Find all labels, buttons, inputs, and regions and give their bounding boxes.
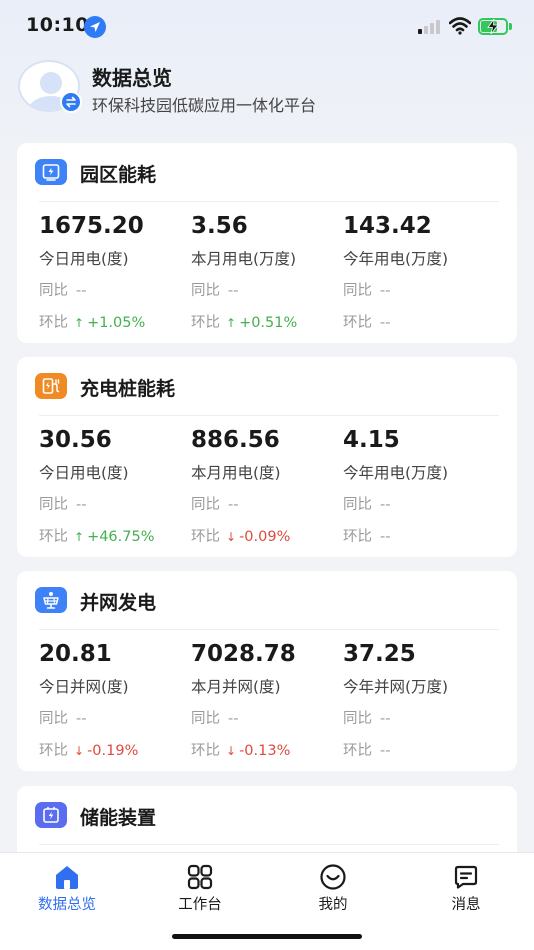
tab-label: 工作台	[178, 897, 222, 913]
screen: 10:10 数据总览 环保科技园低碳应用一体化平台 园区能耗 1675.20 今…	[0, 0, 534, 950]
metric-value: 886.56	[191, 427, 280, 453]
location-arrow-icon	[84, 16, 106, 38]
building-power-icon	[35, 159, 67, 185]
metric-label: 本月并网(度)	[191, 678, 281, 696]
metric-yoy: 同比 --	[343, 711, 391, 727]
card-title: 并网发电	[80, 592, 157, 614]
tab-messages[interactable]: 消息	[416, 859, 516, 915]
metric-yoy: 同比 --	[343, 283, 391, 299]
arrow-up-icon: ↑	[74, 530, 85, 544]
charging-pile-icon	[35, 373, 67, 399]
card-header: 园区能耗	[17, 143, 517, 201]
metric-mom: 环比 ↓ -0.09%	[191, 529, 291, 545]
arrow-down-icon: ↓	[226, 744, 237, 758]
home-icon	[53, 863, 81, 891]
message-icon	[452, 863, 480, 891]
metric-yoy: 同比 --	[191, 711, 239, 727]
battery-charging-icon	[478, 18, 512, 35]
tab-label: 我的	[318, 897, 348, 913]
card-title: 储能装置	[80, 807, 157, 829]
tab-overview[interactable]: 数据总览	[17, 859, 117, 915]
metric-mom: 环比 ↑ +46.75%	[39, 529, 155, 545]
divider	[39, 201, 499, 202]
profile-header[interactable]: 数据总览 环保科技园低碳应用一体化平台	[18, 60, 518, 115]
metric-value: 7028.78	[191, 641, 296, 667]
grid-icon	[186, 863, 214, 891]
card-title: 园区能耗	[80, 164, 157, 186]
metric-value: 4.15	[343, 427, 400, 453]
home-indicator[interactable]	[172, 934, 362, 939]
metric-value: 20.81	[39, 641, 112, 667]
page-title: 数据总览	[92, 66, 172, 90]
cellular-signal-icon	[418, 20, 444, 34]
divider	[39, 844, 499, 845]
card-header: 充电桩能耗	[17, 357, 517, 415]
swap-icon[interactable]	[60, 91, 82, 113]
metric-label: 今年用电(万度)	[343, 250, 449, 268]
metric-mom: 环比 --	[343, 743, 391, 759]
wifi-icon	[448, 17, 472, 39]
metric-label: 今年并网(万度)	[343, 678, 449, 696]
status-time: 10:10	[26, 14, 89, 36]
tab-label: 数据总览	[38, 897, 96, 913]
metric-value: 37.25	[343, 641, 416, 667]
metric-value: 3.56	[191, 213, 248, 239]
metric-value: 1675.20	[39, 213, 144, 239]
tab-mine[interactable]: 我的	[283, 859, 383, 915]
metric-label: 今年用电(万度)	[343, 464, 449, 482]
arrow-up-icon: ↑	[226, 316, 237, 330]
metric-mom: 环比 ↑ +0.51%	[191, 315, 298, 331]
card-title: 充电桩能耗	[80, 378, 176, 400]
card-park-energy[interactable]: 园区能耗 1675.20 今日用电(度) 同比 -- 环比 ↑ +1.05% 3.56…	[17, 143, 517, 343]
metric-yoy: 同比 --	[191, 497, 239, 513]
divider	[39, 629, 499, 630]
metric-yoy: 同比 --	[191, 283, 239, 299]
metric-mom: 环比 ↓ -0.19%	[39, 743, 139, 759]
metric-label: 今日并网(度)	[39, 678, 129, 696]
metric-yoy: 同比 --	[343, 497, 391, 513]
metric-mom: 环比 --	[343, 315, 391, 331]
metric-yoy: 同比 --	[39, 283, 87, 299]
metric-label: 本月用电(度)	[191, 464, 281, 482]
metric-label: 今日用电(度)	[39, 250, 129, 268]
metric-label: 本月用电(万度)	[191, 250, 297, 268]
smile-icon	[319, 863, 347, 891]
metric-mom: 环比 ↑ +1.05%	[39, 315, 146, 331]
tab-label: 消息	[451, 897, 481, 913]
card-header: 并网发电	[17, 571, 517, 629]
metric-mom: 环比 --	[343, 529, 391, 545]
card-header: 储能装置	[17, 786, 517, 844]
metric-value: 143.42	[343, 213, 432, 239]
arrow-up-icon: ↑	[74, 316, 85, 330]
metric-yoy: 同比 --	[39, 497, 87, 513]
battery-storage-icon	[35, 802, 67, 828]
arrow-down-icon: ↓	[226, 530, 237, 544]
status-bar: 10:10	[0, 0, 534, 54]
tab-workbench[interactable]: 工作台	[150, 859, 250, 915]
platform-name: 环保科技园低碳应用一体化平台	[92, 96, 317, 115]
metric-mom: 环比 ↓ -0.13%	[191, 743, 291, 759]
card-grid-generation[interactable]: 并网发电 20.81 今日并网(度) 同比 -- 环比 ↓ -0.19% 7028.7…	[17, 571, 517, 771]
solar-panel-icon	[35, 587, 67, 613]
divider	[39, 415, 499, 416]
arrow-down-icon: ↓	[74, 744, 85, 758]
card-charging-energy[interactable]: 充电桩能耗 30.56 今日用电(度) 同比 -- 环比 ↑ +46.75% 886.…	[17, 357, 517, 557]
metric-label: 今日用电(度)	[39, 464, 129, 482]
metric-yoy: 同比 --	[39, 711, 87, 727]
metric-value: 30.56	[39, 427, 112, 453]
